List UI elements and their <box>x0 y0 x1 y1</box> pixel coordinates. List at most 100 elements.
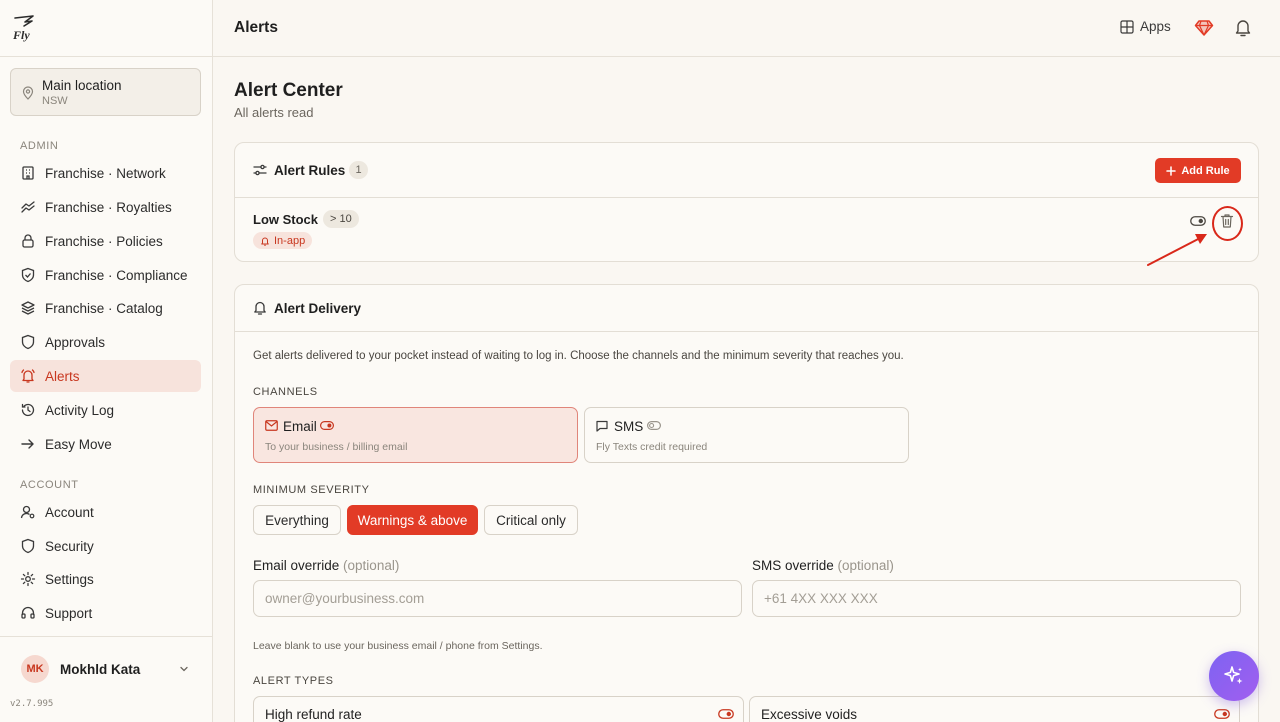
channel-name: Email <box>283 419 317 434</box>
section-label-account: ACCOUNT <box>20 479 79 491</box>
alert-delivery-description: Get alerts delivered to your pocket inst… <box>253 350 904 362</box>
page-header-title: Alerts <box>234 19 278 36</box>
divider <box>0 56 213 57</box>
severity-critical-button[interactable]: Critical only <box>484 505 578 535</box>
sliders-icon <box>253 164 267 176</box>
sidebar-item-label: Settings <box>45 571 94 587</box>
sidebar-item-easy-move[interactable]: Easy Move <box>10 428 201 460</box>
page-title: Alert Center <box>234 80 343 101</box>
sms-override-input[interactable] <box>752 580 1241 617</box>
sidebar-item-franchise-royalties[interactable]: Franchise · Royalties <box>10 191 201 223</box>
channel-sms[interactable]: SMS Fly Texts credit required <box>584 407 909 463</box>
rule-toggle[interactable] <box>1190 216 1206 226</box>
minimum-severity-label: MINIMUM SEVERITY <box>253 484 370 496</box>
email-override-label: Email override (optional) <box>253 558 399 573</box>
severity-warnings-button[interactable]: Warnings & above <box>347 505 478 535</box>
bell-ring-icon <box>21 369 35 383</box>
svg-text:Fly: Fly <box>12 28 30 42</box>
shield-icon <box>21 538 35 554</box>
alert-type-toggle[interactable] <box>1214 709 1230 719</box>
mail-icon <box>265 420 278 431</box>
sidebar-item-franchise-policies[interactable]: Franchise · Policies <box>10 225 201 257</box>
coins-icon <box>21 201 35 213</box>
alert-type-row[interactable]: Excessive voids <box>749 696 1240 722</box>
add-rule-button[interactable]: Add Rule <box>1155 158 1241 183</box>
channel-toggle[interactable] <box>320 421 334 430</box>
alert-type-name: High refund rate <box>265 707 362 722</box>
sidebar-item-label: Approvals <box>45 334 106 350</box>
sidebar-item-label: Alerts <box>45 368 80 384</box>
alert-rules-title: Alert Rules <box>274 163 346 178</box>
rules-count-badge: 1 <box>349 161 368 179</box>
fly-logo[interactable]: Fly <box>12 14 36 42</box>
alert-types-label: ALERT TYPES <box>253 675 334 687</box>
user-name[interactable]: Mokhld Kata <box>60 662 140 677</box>
severity-everything-button[interactable]: Everything <box>253 505 341 535</box>
headset-icon <box>21 606 35 619</box>
sidebar-item-label: Franchise · Catalog <box>45 300 163 316</box>
alert-type-name: Excessive voids <box>761 707 858 722</box>
sidebar-item-label: Franchise · Policies <box>45 233 163 249</box>
optional-tag: (optional) <box>837 558 894 573</box>
channels-label: CHANNELS <box>253 386 318 398</box>
alert-type-row[interactable]: High refund rate <box>253 696 744 722</box>
section-label-admin: ADMIN <box>20 140 59 152</box>
shield-check-icon <box>21 267 35 283</box>
delete-highlight-ring <box>1212 206 1243 241</box>
sidebar-item-support[interactable]: Support <box>10 597 201 629</box>
channel-name: SMS <box>614 419 644 434</box>
sidebar-item-label: Franchise · Royalties <box>45 199 172 215</box>
page-subtitle: All alerts read <box>234 105 314 120</box>
rule-channel-badge: In-app <box>253 232 313 249</box>
map-pin-icon <box>22 86 34 100</box>
chevron-down-icon[interactable] <box>178 663 190 675</box>
message-icon <box>596 420 608 432</box>
sidebar-item-franchise-compliance[interactable]: Franchise · Compliance <box>10 259 201 291</box>
avatar[interactable]: MK <box>21 655 49 683</box>
gear-icon <box>20 571 36 587</box>
sidebar-item-settings[interactable]: Settings <box>10 563 201 595</box>
shield-icon <box>21 334 35 350</box>
app-version: v2.7.995 <box>10 699 54 709</box>
notifications-button[interactable] <box>1234 18 1252 38</box>
sidebar-item-label: Activity Log <box>45 402 115 418</box>
channel-description: Fly Texts credit required <box>596 441 708 453</box>
location-switcher[interactable]: Main location NSW <box>10 68 201 116</box>
sms-override-label: SMS override (optional) <box>752 558 894 573</box>
sidebar-item-alerts[interactable]: Alerts <box>10 360 201 392</box>
alert-rules-card: Alert Rules 1 Add Rule Low Stock > 10 In… <box>234 142 1259 262</box>
gem-icon <box>1194 20 1214 36</box>
optional-tag: (optional) <box>343 558 400 573</box>
sidebar-item-security[interactable]: Security <box>10 530 201 562</box>
channel-description: To your business / billing email <box>265 441 408 453</box>
apps-label: Apps <box>1140 19 1171 34</box>
channel-email[interactable]: Email To your business / billing email <box>253 407 578 463</box>
sidebar-item-label: Account <box>45 504 94 520</box>
sidebar-item-franchise-catalog[interactable]: Franchise · Catalog <box>10 292 201 324</box>
location-name: Main location <box>42 78 122 93</box>
rule-condition-badge: > 10 <box>323 210 359 228</box>
sidebar-item-franchise-network[interactable]: Franchise · Network <box>10 157 201 189</box>
sidebar-item-label: Security <box>45 538 94 554</box>
gem-button[interactable] <box>1194 18 1214 38</box>
arrow-right-icon <box>21 439 34 449</box>
email-override-input[interactable] <box>253 580 742 617</box>
sidebar-item-label: Easy Move <box>45 436 112 452</box>
ai-assistant-button[interactable] <box>1209 651 1259 701</box>
sparkles-icon <box>1224 666 1243 684</box>
annotation-arrow <box>1147 234 1207 266</box>
sidebar-item-activity-log[interactable]: Activity Log <box>10 394 201 426</box>
grid-icon <box>1120 19 1134 34</box>
sms-override-text: SMS override <box>752 558 834 573</box>
apps-button[interactable]: Apps <box>1120 19 1171 34</box>
sidebar-item-approvals[interactable]: Approvals <box>10 326 201 358</box>
add-rule-label: Add Rule <box>1181 164 1230 177</box>
channel-toggle[interactable] <box>647 421 661 430</box>
divider <box>0 636 213 637</box>
override-hint: Leave blank to use your business email /… <box>253 640 543 652</box>
top-bar: Alerts Apps <box>213 0 1280 57</box>
alert-type-toggle[interactable] <box>718 709 734 719</box>
alert-rules-header: Alert Rules 1 Add Rule <box>235 143 1258 198</box>
bell-icon <box>1235 20 1251 37</box>
sidebar-item-account[interactable]: Account <box>10 496 201 528</box>
